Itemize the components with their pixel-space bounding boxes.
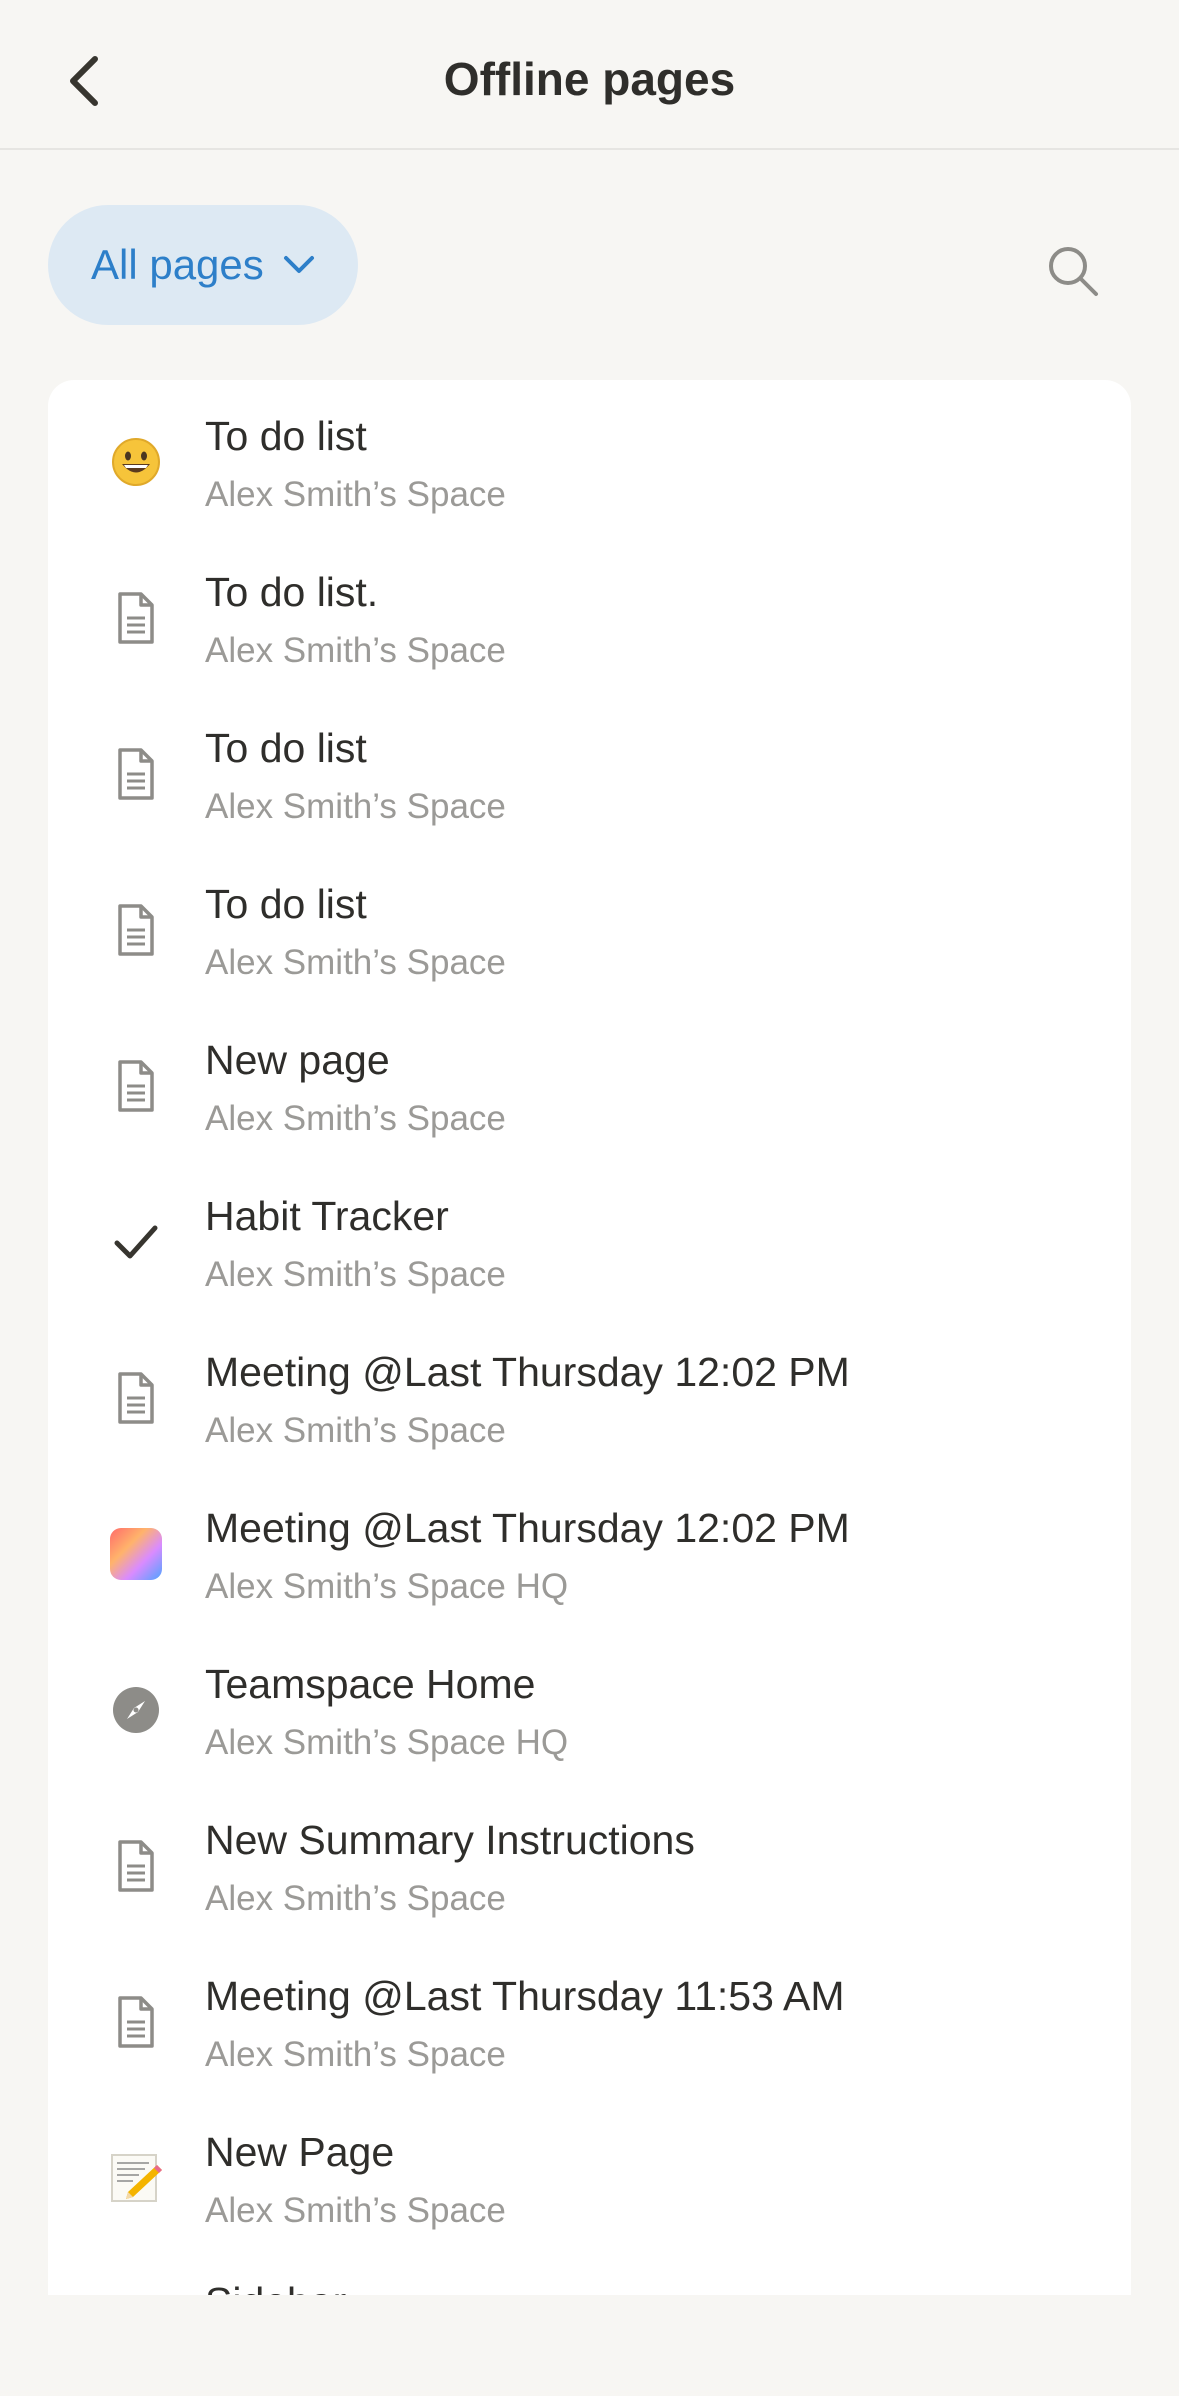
page-list-item[interactable]: Meeting @Last Thursday 11:53 AM Alex Smi… (48, 1945, 1131, 2101)
page-list-item[interactable]: Meeting @Last Thursday 12:02 PM Alex Smi… (48, 1321, 1131, 1477)
page-title-text: Habit Tracker (205, 1193, 449, 1239)
checkmark-icon (106, 1212, 166, 1272)
page-title-text: Meeting @Last Thursday 12:02 PM (205, 1349, 850, 1395)
partial-page-title[interactable]: Sidebar (205, 2279, 346, 2295)
page-space-text: Alex Smith’s Space (205, 631, 506, 670)
page-space-text: Alex Smith’s Space (205, 787, 506, 826)
page-icon (106, 1836, 166, 1896)
top-bar: Offline pages (0, 0, 1179, 150)
page-icon (106, 1056, 166, 1116)
page-space-text: Alex Smith’s Space (205, 1879, 506, 1918)
page-title-text: To do list (205, 725, 367, 771)
page-title-text: To do list. (205, 569, 379, 615)
pages-list: To do list Alex Smith’s Space To do list… (48, 380, 1131, 2295)
page-list-item[interactable]: New Summary Instructions Alex Smith’s Sp… (48, 1789, 1131, 1945)
page-space-text: Alex Smith’s Space (205, 1099, 506, 1138)
grinning-face-emoji-icon (106, 432, 166, 492)
page-space-text: Alex Smith’s Space (205, 1411, 506, 1450)
page-list-item[interactable]: New page Alex Smith’s Space (48, 1009, 1131, 1165)
gradient-square-icon (106, 1524, 166, 1584)
memo-emoji-icon (106, 2148, 166, 2208)
page-space-text: Alex Smith’s Space (205, 475, 506, 514)
page-title-text: Teamspace Home (205, 1661, 536, 1707)
page-title: Offline pages (443, 53, 736, 105)
page-title-text: Meeting @Last Thursday 11:53 AM (205, 1973, 845, 2019)
page-space-text: Alex Smith’s Space (205, 943, 506, 982)
page-title-text: Meeting @Last Thursday 12:02 PM (205, 1505, 850, 1551)
page-icon (106, 900, 166, 960)
page-list-item[interactable]: To do list Alex Smith’s Space (48, 853, 1131, 1009)
search-button[interactable] (1040, 238, 1106, 304)
chevron-down-icon (282, 254, 316, 276)
page-title-text: New page (205, 1037, 390, 1083)
page-list-item[interactable]: New Page Alex Smith’s Space (48, 2101, 1131, 2257)
page-space-text: Alex Smith’s Space HQ (205, 1723, 569, 1762)
page-icon (106, 744, 166, 804)
page-title-text: New Summary Instructions (205, 1817, 695, 1863)
page-list-item[interactable]: Meeting @Last Thursday 12:02 PM Alex Smi… (48, 1477, 1131, 1633)
page-list-item[interactable]: Teamspace Home Alex Smith’s Space HQ (48, 1633, 1131, 1789)
page-title-text: To do list (205, 881, 367, 927)
page-title-text: To do list (205, 413, 367, 459)
page-space-text: Alex Smith’s Space (205, 2035, 506, 2074)
page-list-item[interactable]: To do list Alex Smith’s Space (48, 385, 1131, 541)
page-icon (106, 588, 166, 648)
search-icon (1049, 247, 1098, 296)
filter-dropdown[interactable]: All pages (48, 205, 358, 325)
page-list-item[interactable]: To do list Alex Smith’s Space (48, 697, 1131, 853)
page-space-text: Alex Smith’s Space (205, 2191, 506, 2230)
page-space-text: Alex Smith’s Space HQ (205, 1567, 569, 1606)
filter-label: All pages (91, 241, 264, 288)
page-list-item[interactable]: To do list. Alex Smith’s Space (48, 541, 1131, 697)
offline-pages-screen: Offline pages All pages To do list Alex … (0, 0, 1179, 2396)
page-list-item[interactable]: Habit Tracker Alex Smith’s Space (48, 1165, 1131, 1321)
compass-icon (106, 1680, 166, 1740)
page-icon (106, 1992, 166, 2052)
page-title-text: New Page (205, 2129, 395, 2175)
page-icon (106, 1368, 166, 1428)
page-space-text: Alex Smith’s Space (205, 1255, 506, 1294)
